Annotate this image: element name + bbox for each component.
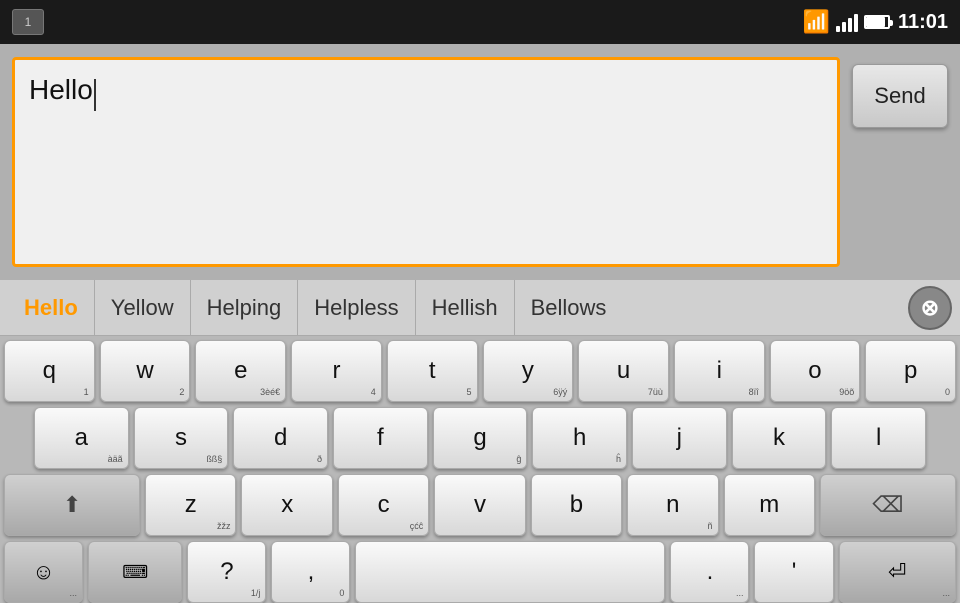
key-p[interactable]: p0: [865, 340, 956, 402]
keyboard-switch-key[interactable]: ⌨: [88, 541, 182, 603]
close-icon: ⊗: [921, 297, 939, 319]
key-comma[interactable]: , 0: [271, 541, 350, 603]
signal-bars-icon: [836, 12, 858, 32]
text-input-field[interactable]: Hello: [12, 57, 840, 267]
time-display: 11:01: [898, 11, 948, 34]
keyboard-row-2: aàäã sßß§ dð f gĝ hĥ j k l: [4, 407, 956, 469]
suggestion-hello[interactable]: Hello: [8, 280, 95, 335]
status-left: 1: [12, 9, 44, 35]
keyboard-icon: ⌨: [122, 562, 148, 583]
key-g[interactable]: gĝ: [433, 407, 528, 469]
suggestion-helping[interactable]: Helping: [191, 280, 299, 335]
key-v[interactable]: v: [434, 474, 525, 536]
key-n[interactable]: nñ: [627, 474, 718, 536]
input-text: Hello: [29, 74, 93, 105]
keyboard: q1 w2 e3èé€ r4 t5 y6ÿý u7üù i8ïî o9öõ p0…: [0, 336, 960, 603]
emoji-icon: ☺: [32, 559, 54, 585]
key-a[interactable]: aàäã: [34, 407, 129, 469]
keyboard-row-3: ⬆ zžžz x cçćĉ v b nñ m ⌫: [4, 474, 956, 536]
key-t[interactable]: t5: [387, 340, 478, 402]
wifi-icon: 📶: [803, 9, 830, 35]
key-w[interactable]: w2: [100, 340, 191, 402]
notification-num: 1: [25, 15, 32, 29]
key-e[interactable]: e3èé€: [195, 340, 286, 402]
suggestions-bar: Hello Yellow Helping Helpless Hellish Be…: [0, 280, 960, 336]
text-cursor: [94, 79, 96, 111]
key-m[interactable]: m: [724, 474, 815, 536]
key-z[interactable]: zžžz: [145, 474, 236, 536]
keyboard-row-4: ☺ ... ⌨ ? 1/j , 0 . ... ' ⏎ ...: [4, 541, 956, 603]
key-y[interactable]: y6ÿý: [483, 340, 574, 402]
status-bar: 1 📶 11:01: [0, 0, 960, 44]
key-f[interactable]: f: [333, 407, 428, 469]
key-period[interactable]: . ...: [670, 541, 749, 603]
close-suggestions-button[interactable]: ⊗: [908, 286, 952, 330]
key-u[interactable]: u7üù: [578, 340, 669, 402]
key-l[interactable]: l: [831, 407, 926, 469]
backspace-key[interactable]: ⌫: [820, 474, 956, 536]
suggestion-hellish[interactable]: Hellish: [416, 280, 515, 335]
key-h[interactable]: hĥ: [532, 407, 627, 469]
key-x[interactable]: x: [241, 474, 332, 536]
suggestions-list: Hello Yellow Helping Helpless Hellish Be…: [8, 280, 908, 335]
key-o[interactable]: o9öõ: [770, 340, 861, 402]
status-right: 📶 11:01: [803, 9, 948, 35]
suggestion-helpless[interactable]: Helpless: [298, 280, 415, 335]
key-apostrophe[interactable]: ': [754, 541, 833, 603]
key-j[interactable]: j: [632, 407, 727, 469]
key-d[interactable]: dð: [233, 407, 328, 469]
key-s[interactable]: sßß§: [134, 407, 229, 469]
main-area: Hello Send: [0, 44, 960, 280]
key-c[interactable]: cçćĉ: [338, 474, 429, 536]
battery-icon: [864, 15, 890, 29]
enter-icon: ⏎: [888, 559, 906, 585]
send-button[interactable]: Send: [852, 64, 948, 128]
key-b[interactable]: b: [531, 474, 622, 536]
key-k[interactable]: k: [732, 407, 827, 469]
emoji-key[interactable]: ☺ ...: [4, 541, 83, 603]
key-q[interactable]: q1: [4, 340, 95, 402]
suggestion-bellows[interactable]: Bellows: [515, 280, 623, 335]
key-question[interactable]: ? 1/j: [187, 541, 266, 603]
notification-icon: 1: [12, 9, 44, 35]
key-r[interactable]: r4: [291, 340, 382, 402]
key-i[interactable]: i8ïî: [674, 340, 765, 402]
shift-key[interactable]: ⬆: [4, 474, 140, 536]
backspace-icon: ⌫: [872, 492, 903, 518]
suggestion-yellow[interactable]: Yellow: [95, 280, 191, 335]
status-icons: 📶: [803, 9, 890, 35]
enter-key[interactable]: ⏎ ...: [839, 541, 957, 603]
keyboard-row-1: q1 w2 e3èé€ r4 t5 y6ÿý u7üù i8ïî o9öõ p0: [4, 340, 956, 402]
spacebar-key[interactable]: [355, 541, 665, 603]
shift-icon: ⬆: [63, 492, 81, 518]
